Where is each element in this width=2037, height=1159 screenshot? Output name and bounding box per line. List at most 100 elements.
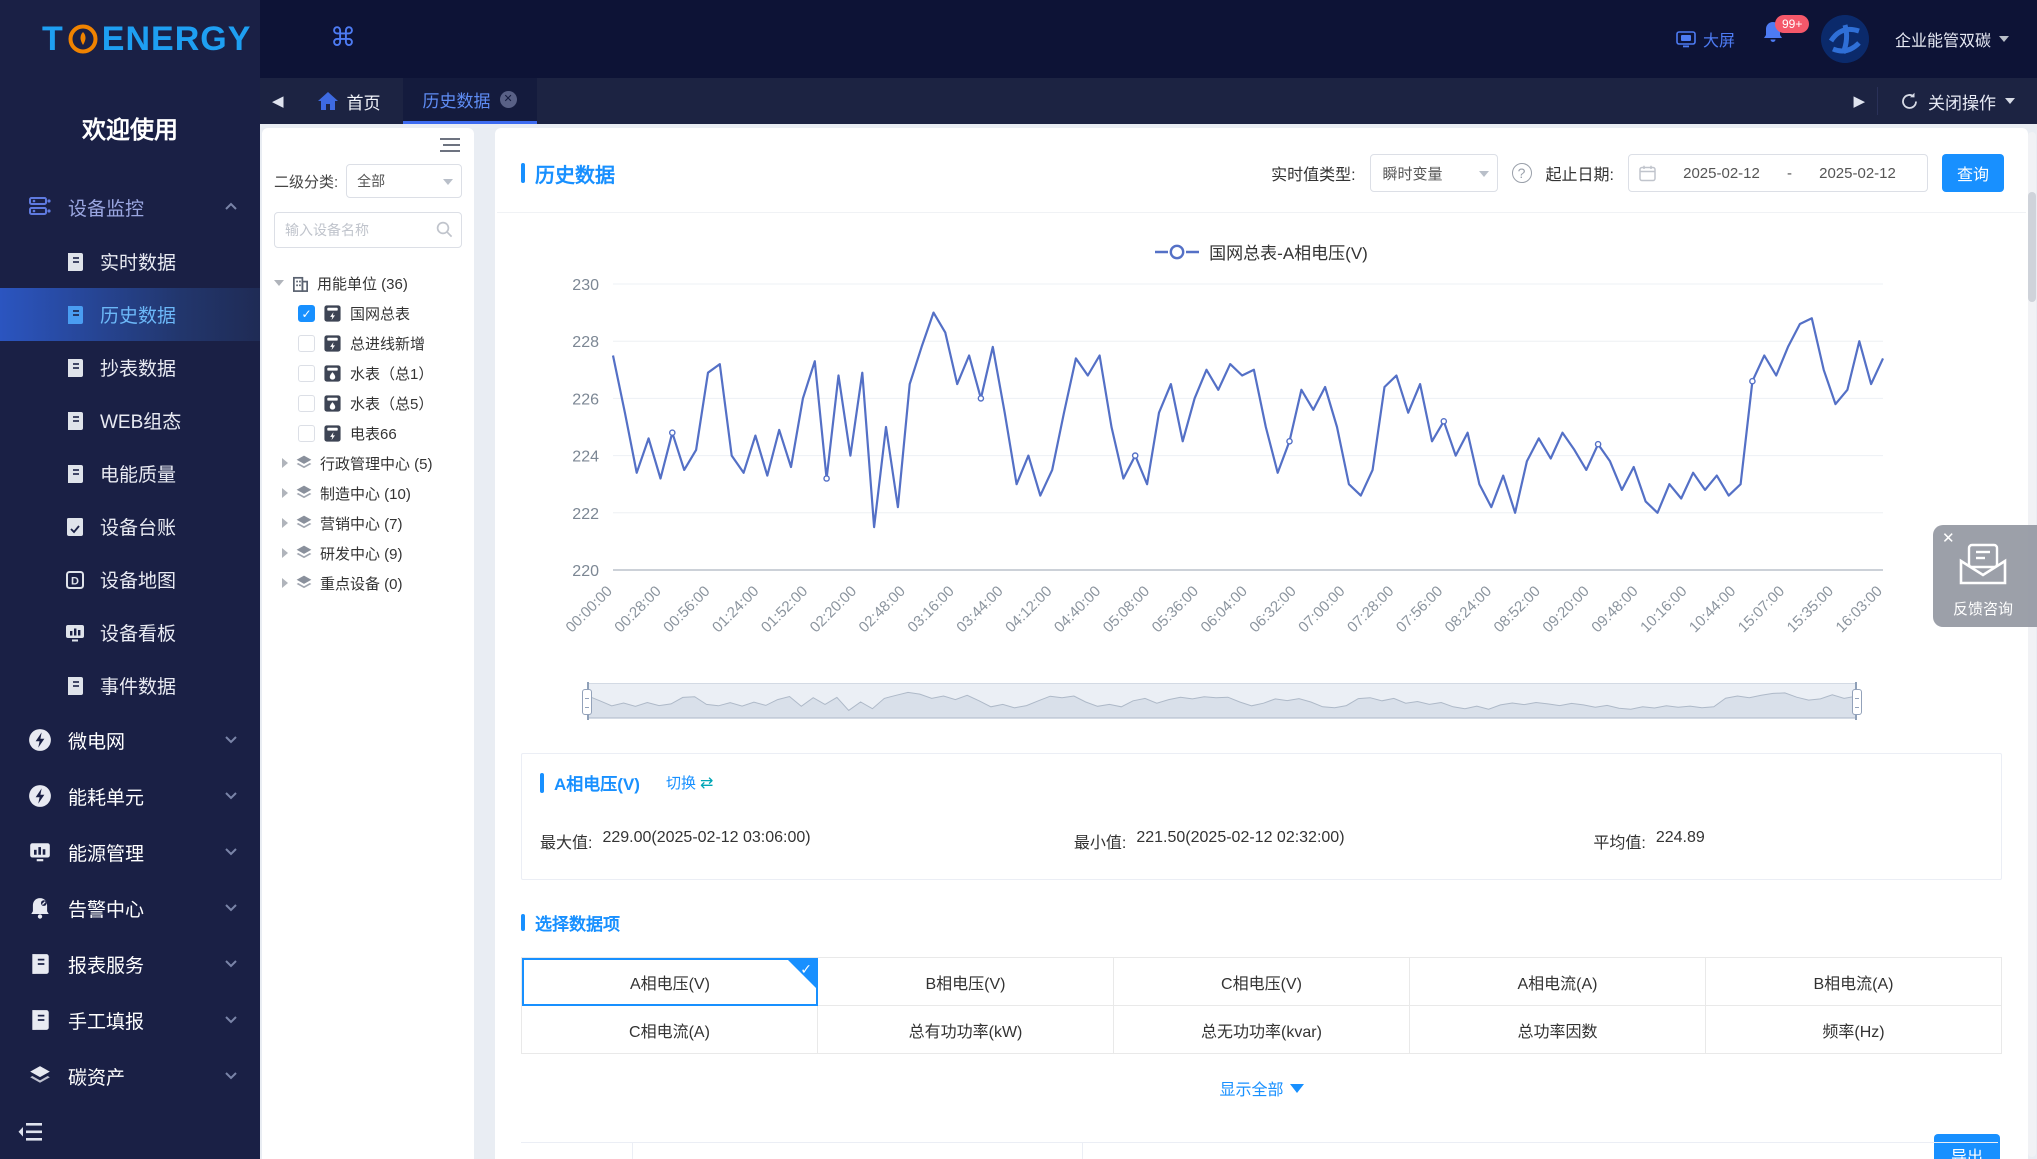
svg-text:09:20:00: 09:20:00 bbox=[1539, 583, 1592, 636]
checkbox-unchecked[interactable] bbox=[298, 335, 315, 352]
svg-text:06:32:00: 06:32:00 bbox=[1246, 583, 1299, 636]
category-label: 行政管理中心 (5) bbox=[320, 453, 433, 474]
data-item-2[interactable]: C相电压(V) bbox=[1114, 958, 1410, 1006]
chart-legend[interactable]: 国网总表-A相电压(V) bbox=[495, 239, 2028, 264]
category-select[interactable]: 全部 bbox=[346, 164, 462, 198]
tabs-scroll-left-icon[interactable]: ◀ bbox=[260, 92, 296, 110]
sidebar-group-7[interactable]: 碳资产 bbox=[0, 1048, 260, 1104]
notifications-button[interactable]: 99+ bbox=[1761, 19, 1795, 59]
date-start-value[interactable]: 2025-02-12 bbox=[1662, 165, 1781, 182]
history-chart[interactable]: 22022222422622823000:00:0000:28:0000:56:… bbox=[521, 270, 2008, 679]
data-item-6[interactable]: 总有功功率(kW) bbox=[818, 1006, 1114, 1054]
sidebar-item-label: WEB组态 bbox=[100, 407, 181, 434]
realtime-type-select[interactable]: 瞬时变量 bbox=[1370, 154, 1498, 192]
feedback-label: 反馈咨询 bbox=[1933, 598, 2033, 619]
sidebar-item-label: 设备台账 bbox=[100, 513, 176, 540]
feedback-widget[interactable]: ✕ 反馈咨询 bbox=[1933, 525, 2037, 627]
data-item-1[interactable]: B相电压(V) bbox=[818, 958, 1114, 1006]
datazoom-left-handle[interactable] bbox=[582, 689, 592, 715]
date-end-value[interactable]: 2025-02-12 bbox=[1798, 165, 1917, 182]
tree-category-2[interactable]: 营销中心 (7) bbox=[274, 508, 462, 538]
caret-right-icon bbox=[282, 578, 288, 588]
sidebar-group-1[interactable]: 微电网 bbox=[0, 712, 260, 768]
sidebar-group-label: 微电网 bbox=[68, 727, 125, 754]
tab-close-icon[interactable]: ✕ bbox=[500, 91, 517, 108]
sidebar-group-5[interactable]: 报表服务 bbox=[0, 936, 260, 992]
layers-icon bbox=[295, 544, 313, 562]
sidebar-item-0-7[interactable]: 设备看板 bbox=[0, 606, 260, 659]
data-item-9[interactable]: 频率(Hz) bbox=[1706, 1006, 2002, 1054]
workspace-switcher[interactable]: 企业能管双碳 bbox=[1895, 27, 2009, 51]
layers-icon bbox=[295, 574, 313, 592]
checkbox-unchecked[interactable] bbox=[298, 395, 315, 412]
svg-text:03:16:00: 03:16:00 bbox=[904, 583, 957, 636]
sidebar-group-0[interactable]: 设备监控 bbox=[0, 179, 260, 235]
tree-category-0[interactable]: 行政管理中心 (5) bbox=[274, 448, 462, 478]
tree-device-1[interactable]: 总进线新增 bbox=[274, 328, 462, 358]
checkbox-checked[interactable]: ✓ bbox=[298, 305, 315, 322]
checkbox-unchecked[interactable] bbox=[298, 365, 315, 382]
datazoom-right-handle[interactable] bbox=[1852, 689, 1862, 715]
show-all-toggle[interactable]: 显示全部 bbox=[495, 1076, 2028, 1100]
history-chart-svg: 22022222422622823000:00:0000:28:0000:56:… bbox=[521, 270, 2001, 674]
sidebar-collapse-button[interactable] bbox=[18, 1121, 46, 1145]
data-item-5[interactable]: C相电流(A) bbox=[522, 1006, 818, 1054]
tree-device-0[interactable]: ✓ 国网总表 bbox=[274, 298, 462, 328]
title-accent-bar bbox=[521, 163, 525, 183]
tabs-scroll-right-icon[interactable]: ▶ bbox=[1841, 92, 1877, 110]
tree-category-1[interactable]: 制造中心 (10) bbox=[274, 478, 462, 508]
sidebar-item-0-5[interactable]: 设备台账 bbox=[0, 500, 260, 553]
big-screen-button[interactable]: 大屏 bbox=[1676, 27, 1735, 51]
sidebar-item-0-1[interactable]: 历史数据 bbox=[0, 288, 260, 341]
tree-device-4[interactable]: 电表66 bbox=[274, 418, 462, 448]
data-item-4[interactable]: B相电流(A) bbox=[1706, 958, 2002, 1006]
device-tree: 用能单位 (36) ✓ 国网总表 总进线新增 水表（总1） 水表（总5） 电表6… bbox=[274, 268, 462, 598]
command-icon[interactable]: ⌘ bbox=[330, 24, 356, 50]
stats-title: A相电压(V) bbox=[554, 770, 640, 795]
checkbox-unchecked[interactable] bbox=[298, 425, 315, 442]
legend-label: 国网总表-A相电压(V) bbox=[1209, 239, 1368, 264]
sidebar-item-0-3[interactable]: WEB组态 bbox=[0, 394, 260, 447]
scrollbar-thumb[interactable] bbox=[2028, 192, 2036, 302]
layers-icon bbox=[295, 454, 313, 472]
sidebar-group-6[interactable]: 手工填报 bbox=[0, 992, 260, 1048]
tree-category-3[interactable]: 研发中心 (9) bbox=[274, 538, 462, 568]
help-icon[interactable]: ? bbox=[1512, 163, 1532, 183]
calendar-icon bbox=[1639, 165, 1656, 182]
device-label: 水表（总5） bbox=[350, 393, 433, 414]
sidebar-item-0-0[interactable]: 实时数据 bbox=[0, 235, 260, 288]
query-button[interactable]: 查询 bbox=[1942, 154, 2004, 192]
sidebar-group-3[interactable]: 能源管理 bbox=[0, 824, 260, 880]
monitor-icon bbox=[1676, 31, 1696, 48]
data-item-7[interactable]: 总无功功率(kvar) bbox=[1114, 1006, 1410, 1054]
sidebar-item-0-2[interactable]: 抄表数据 bbox=[0, 341, 260, 394]
panel-menu-icon[interactable] bbox=[440, 138, 460, 157]
data-item-3[interactable]: A相电流(A) bbox=[1410, 958, 1706, 1006]
device-tree-panel: 二级分类: 全部 用能单位 (36) ✓ 国网总表 总进线新增 水表（总1） bbox=[262, 128, 474, 1159]
tab-home[interactable]: 首页 bbox=[296, 78, 403, 124]
sidebar-item-0-8[interactable]: 事件数据 bbox=[0, 659, 260, 712]
svg-text:00:00:00: 00:00:00 bbox=[563, 583, 616, 636]
meter-electric-icon bbox=[323, 424, 342, 443]
sidebar-group-2[interactable]: 能耗单元 bbox=[0, 768, 260, 824]
avatar[interactable] bbox=[1821, 15, 1869, 63]
tree-device-2[interactable]: 水表（总1） bbox=[274, 358, 462, 388]
data-items-grid: A相电压(V) ✓ B相电压(V) C相电压(V) A相电流(A) B相电流(A… bbox=[521, 957, 2002, 1054]
close-operations-dropdown[interactable]: 关闭操作 bbox=[1877, 87, 2037, 115]
switch-metric-link[interactable]: 切换 ⇄ bbox=[666, 772, 713, 793]
sidebar-group-4[interactable]: 告警中心 bbox=[0, 880, 260, 936]
date-range-picker[interactable]: 2025-02-12 - 2025-02-12 bbox=[1628, 154, 1928, 192]
sidebar-item-0-6[interactable]: D 设备地图 bbox=[0, 553, 260, 606]
data-item-0[interactable]: A相电压(V) ✓ bbox=[522, 958, 818, 1006]
datazoom-slider[interactable] bbox=[587, 683, 1857, 719]
tree-root[interactable]: 用能单位 (36) bbox=[274, 268, 462, 298]
tab-history-data[interactable]: 历史数据 ✕ bbox=[403, 78, 537, 124]
close-icon[interactable]: ✕ bbox=[1942, 529, 1955, 547]
data-item-8[interactable]: 总功率因数 bbox=[1410, 1006, 1706, 1054]
sidebar-item-label: 抄表数据 bbox=[100, 354, 176, 381]
chevron-down-icon bbox=[224, 1065, 238, 1087]
tree-category-4[interactable]: 重点设备 (0) bbox=[274, 568, 462, 598]
sidebar-item-0-4[interactable]: 电能质量 bbox=[0, 447, 260, 500]
tree-device-3[interactable]: 水表（总5） bbox=[274, 388, 462, 418]
device-search-input[interactable] bbox=[274, 212, 462, 248]
